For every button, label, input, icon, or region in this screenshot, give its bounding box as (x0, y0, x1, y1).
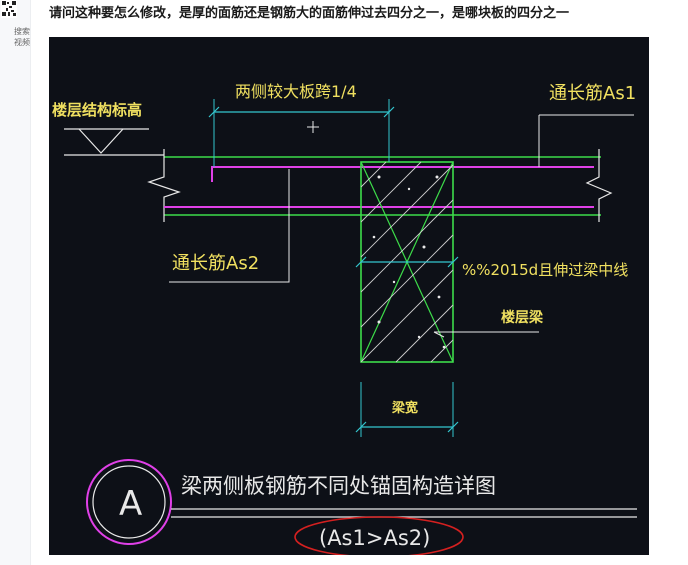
anchor-note-label: %%2015d且伸过梁中线 (462, 261, 628, 279)
cad-drawing-photo: 楼层结构标高 两侧较大板跨1/4 通长筋As1 通长筋As2 %%2015d且伸… (49, 37, 649, 555)
qr-code-icon (1, 0, 17, 18)
slab-span-label: 两侧较大板跨1/4 (235, 82, 357, 101)
detail-title: 梁两侧板钢筋不同处锚固构造详图 (181, 474, 496, 498)
floor-elevation-label: 楼层结构标高 (52, 101, 142, 119)
top-rebar-label: 通长筋As1 (549, 83, 636, 104)
sidebar-video-label[interactable]: 视频 (0, 38, 30, 48)
condition-note: (As1>As2) (319, 526, 430, 550)
sidebar-search-label[interactable]: 搜索 (0, 27, 30, 37)
beam-label: 楼层梁 (501, 309, 544, 326)
detail-marker: A (119, 484, 142, 524)
beam-width-label: 梁宽 (391, 400, 418, 416)
left-sidebar: 搜索 视频 (0, 0, 31, 565)
question-text: 请问这种要怎么修改，是厚的面筋还是钢筋大的面筋伸过去四分之一，是哪块板的四分之一 (49, 5, 570, 20)
bottom-rebar-label: 通长筋As2 (172, 253, 259, 274)
cad-drawing-svg: 楼层结构标高 两侧较大板跨1/4 通长筋As1 通长筋As2 %%2015d且伸… (49, 37, 649, 555)
